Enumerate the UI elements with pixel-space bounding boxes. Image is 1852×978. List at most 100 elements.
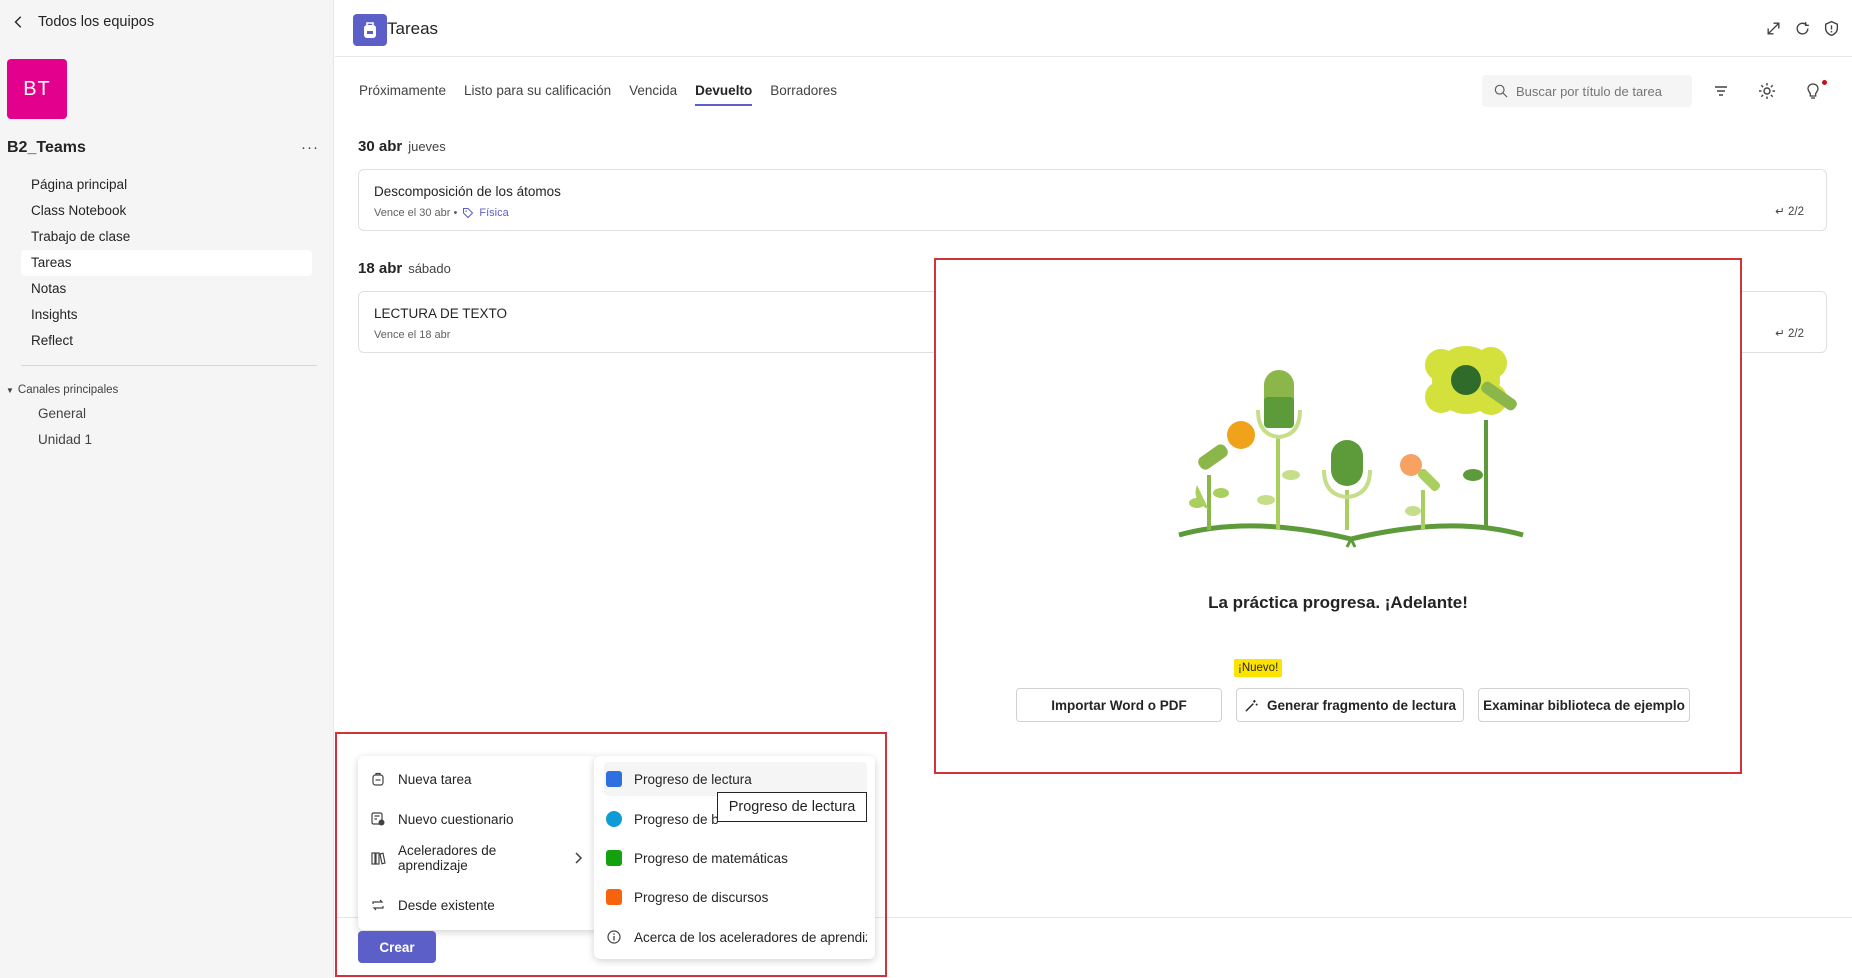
shield-icon[interactable] (1823, 20, 1840, 37)
expand-icon[interactable] (1765, 20, 1782, 37)
returned-count-value: 2/2 (1788, 328, 1804, 340)
assignment-title: Descomposición de los átomos (374, 184, 561, 199)
nav-item-assignments[interactable]: Tareas (21, 250, 312, 276)
returned-count-value: 2/2 (1788, 206, 1804, 218)
weekday-label: jueves (408, 139, 446, 154)
books-icon (371, 852, 386, 865)
team-nav: Página principal Class Notebook Trabajo … (21, 172, 312, 354)
back-link-label: Todos los equipos (38, 14, 155, 30)
date-heading: 30 abr jueves (358, 138, 446, 155)
browse-button-label: Examinar biblioteca de ejemplo (1483, 697, 1685, 713)
math-progress-icon (606, 850, 622, 866)
due-date: Vence el 18 abr (374, 329, 451, 341)
assignment-tabs: Próximamente Listo para su calificación … (359, 83, 837, 106)
learning-accelerators-submenu: Progreso de lectura Progreso de b Progre… (594, 756, 875, 959)
tab-drafts[interactable]: Borradores (770, 83, 837, 106)
tab-overdue[interactable]: Vencida (629, 83, 677, 106)
more-options-icon[interactable]: ··· (301, 139, 319, 156)
team-avatar[interactable]: BT (7, 59, 67, 119)
returned-count: ↵ 2/2 (1775, 328, 1804, 340)
channel-item-general[interactable]: General (38, 401, 92, 427)
notification-dot (1822, 80, 1827, 85)
returned-count: ↵ 2/2 (1775, 206, 1804, 218)
header-actions (1765, 20, 1840, 37)
assignment-card[interactable]: Descomposición de los átomos Vence el 30… (358, 169, 1827, 231)
nav-item-home[interactable]: Página principal (21, 172, 312, 198)
tab-ready-to-grade[interactable]: Listo para su calificación (464, 83, 611, 106)
date-heading: 18 abr sábado (358, 260, 451, 277)
team-name: B2_Teams (7, 139, 86, 156)
assignments-app-icon (353, 14, 387, 46)
info-icon (607, 930, 621, 944)
submenu-item-about-accelerators[interactable]: Acerca de los aceleradores de aprendiza (604, 920, 867, 954)
magic-wand-icon (1245, 699, 1258, 712)
menu-item-label: Nuevo cuestionario (398, 811, 514, 827)
menu-item-label: Aceleradores de aprendizaje (398, 843, 497, 873)
submenu-item-speaker-progress[interactable]: Progreso de discursos (604, 880, 867, 914)
nav-item-grades[interactable]: Notas (21, 276, 312, 302)
menu-item-new-quiz[interactable]: Nuevo cuestionario (368, 802, 590, 836)
page-title: Tareas (387, 19, 439, 38)
submenu-item-label: Progreso de matemáticas (634, 850, 788, 866)
menu-item-learning-accelerators[interactable]: Aceleradores de aprendizaje (368, 841, 590, 875)
submenu-item-label: Progreso de discursos (634, 889, 769, 905)
submenu-item-math-progress[interactable]: Progreso de matemáticas (604, 841, 867, 875)
back-to-teams-link[interactable]: Todos los equipos (12, 14, 154, 30)
tab-upcoming[interactable]: Próximamente (359, 83, 446, 106)
tooltip: Progreso de lectura (717, 792, 867, 822)
submenu-item-label: Acerca de los aceleradores de aprendiza (634, 929, 867, 945)
assignment-meta: Vence el 18 abr (374, 329, 450, 341)
due-date: Vence el 30 abr • (374, 207, 458, 219)
generate-passage-button[interactable]: Generar fragmento de lectura (1236, 688, 1464, 722)
subject-tag: Física (479, 207, 509, 219)
submenu-item-label: Progreso de lectura (634, 771, 752, 787)
chevron-left-icon (14, 16, 22, 28)
date-label: 18 abr (358, 260, 403, 277)
nav-item-insights[interactable]: Insights (21, 302, 312, 328)
search-progress-icon (606, 811, 622, 827)
filter-icon[interactable] (1711, 81, 1731, 101)
generate-button-label: Generar fragmento de lectura (1266, 697, 1457, 713)
backpack-icon (364, 22, 376, 38)
nav-item-class-notebook[interactable]: Class Notebook (21, 198, 312, 224)
reading-garden-illustration (1178, 346, 1524, 548)
channels-heading-label: Canales principales (17, 384, 119, 396)
create-menu: Nueva tarea Nuevo cuestionario Acelerado… (358, 756, 598, 930)
reuse-icon (372, 899, 384, 911)
menu-item-new-assignment[interactable]: Nueva tarea (368, 762, 590, 796)
assignment-title: LECTURA DE TEXTO (374, 306, 508, 321)
promo-headline: La práctica progresa. ¡Adelante! (1208, 593, 1468, 612)
new-badge: ¡Nuevo! (1234, 659, 1283, 677)
weekday-label: sábado (408, 261, 451, 276)
submenu-item-reading-progress[interactable]: Progreso de lectura (604, 762, 867, 796)
lightbulb-icon[interactable] (1803, 81, 1823, 101)
import-button-label: Importar Word o PDF (1051, 697, 1187, 713)
gear-icon[interactable] (1757, 81, 1777, 101)
tab-returned[interactable]: Devuelto (695, 83, 753, 106)
tag-icon (463, 207, 474, 219)
channel-item-unidad-1[interactable]: Unidad 1 (38, 427, 92, 453)
menu-item-label: Nueva tarea (398, 771, 472, 787)
search-input[interactable] (1516, 83, 1686, 99)
search-box[interactable] (1482, 75, 1692, 107)
assignment-meta: Vence el 30 abr • Física (374, 207, 509, 219)
quiz-icon (371, 812, 385, 826)
create-button[interactable]: Crear (358, 931, 436, 963)
app-header: Tareas (335, 0, 1852, 57)
reading-progress-icon (606, 771, 622, 787)
channels-heading[interactable]: ▼ Canales principales (6, 384, 118, 396)
sidebar: Todos los equipos BT B2_Teams ··· Página… (0, 0, 334, 978)
import-word-pdf-button[interactable]: Importar Word o PDF (1016, 688, 1222, 722)
menu-item-label: Desde existente (398, 897, 495, 913)
submenu-item-label: Progreso de b (634, 811, 719, 827)
search-icon (1494, 84, 1508, 98)
nav-item-reflect[interactable]: Reflect (21, 328, 312, 354)
browse-sample-library-button[interactable]: Examinar biblioteca de ejemplo (1478, 688, 1690, 722)
date-label: 30 abr (358, 138, 403, 155)
refresh-icon[interactable] (1794, 20, 1811, 37)
nav-item-classwork[interactable]: Trabajo de clase (21, 224, 312, 250)
sidebar-divider (21, 365, 317, 366)
chevron-right-icon (575, 852, 583, 864)
backpack-icon (372, 772, 384, 786)
menu-item-from-existing[interactable]: Desde existente (368, 888, 590, 922)
